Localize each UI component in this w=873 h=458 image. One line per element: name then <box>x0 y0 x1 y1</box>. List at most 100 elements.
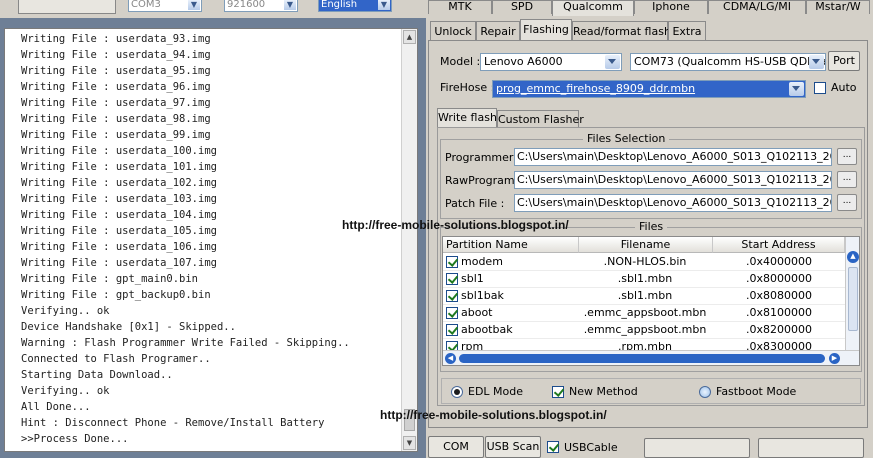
tab-repair[interactable]: Repair <box>476 21 520 41</box>
scroll-up-icon[interactable]: ▲ <box>847 251 859 263</box>
column-header-filename[interactable]: Filename <box>579 237 713 253</box>
row-checkbox[interactable] <box>446 256 458 268</box>
row-checkbox[interactable] <box>446 307 458 319</box>
port-select-value: COM3 <box>131 0 161 10</box>
column-header-start-address[interactable]: Start Address <box>713 237 845 253</box>
tab-spd[interactable]: SPD <box>492 0 552 14</box>
port-button[interactable]: Port <box>828 51 860 71</box>
scroll-right-icon[interactable]: ▶ <box>829 353 840 364</box>
log-scrollbar[interactable]: ▲ ▼ <box>401 29 417 451</box>
chevron-down-icon <box>809 55 824 69</box>
table-row[interactable]: abootbak .emmc_appsboot.mbn .0x8200000 <box>443 322 845 339</box>
row-checkbox[interactable] <box>446 290 458 302</box>
log-line: Writing File : userdata_102.img <box>21 177 217 189</box>
log-line: Hint : Disconnect Phone - Remove/Install… <box>21 417 325 429</box>
auto-label: Auto <box>831 81 857 94</box>
tab-read-format-flash[interactable]: Read/format flash <box>572 21 671 41</box>
patch-file-label: Patch File : <box>445 197 505 210</box>
column-header-partition[interactable]: Partition Name <box>443 237 579 253</box>
table-row[interactable]: sbl1 .sbl1.mbn .0x8000000 <box>443 271 845 288</box>
log-line: Writing File : gpt_main0.bin <box>21 273 199 285</box>
scroll-up-icon[interactable]: ▲ <box>403 30 416 44</box>
log-line: Writing File : userdata_107.img <box>21 257 217 269</box>
rawprogram-path[interactable]: C:\Users\main\Desktop\Lenovo_A6000_S013_… <box>514 171 832 189</box>
rawprogram-browse-button[interactable]: ... <box>837 171 857 188</box>
com-scan-button[interactable]: COM Scan <box>428 436 484 458</box>
edl-mode-radio[interactable] <box>451 386 463 398</box>
tab-iphone[interactable]: Iphone <box>634 0 708 14</box>
model-select[interactable]: Lenovo A6000 <box>480 53 622 71</box>
top-left-button[interactable] <box>18 0 116 14</box>
programmer-path[interactable]: C:\Users\main\Desktop\Lenovo_A6000_S013_… <box>514 148 832 166</box>
firehose-select[interactable]: prog_emmc_firehose_8909_ddr.mbn <box>492 80 806 98</box>
firehose-value: prog_emmc_firehose_8909_ddr.mbn <box>496 82 696 95</box>
partition-filename: .sbl1.mbn <box>617 272 673 285</box>
table-row[interactable]: aboot .emmc_appsboot.mbn .0x8100000 <box>443 305 845 322</box>
files-selection-title: Files Selection <box>583 132 670 145</box>
tab-custom-flasher[interactable]: Custom Flasher <box>497 110 584 128</box>
tab-qualcomm[interactable]: Qualcomm <box>552 0 634 16</box>
com-port-value: COM73 (Qualcomm HS-USB QDLoa <box>634 55 826 68</box>
baud-select-value: 921600 <box>227 0 266 10</box>
log-line: Writing File : userdata_95.img <box>21 65 211 77</box>
partition-start-address: .0x8000000 <box>746 272 812 285</box>
partition-start-address: .0x8100000 <box>746 306 812 319</box>
partition-filename: .NON-HLOS.bin <box>603 255 687 268</box>
programmer-browse-button[interactable]: ... <box>837 148 857 165</box>
log-line: >>Process Done... <box>21 433 129 445</box>
log-line: Writing File : userdata_106.img <box>21 241 217 253</box>
table-vscrollbar[interactable]: ▲ <box>845 237 859 350</box>
port-select[interactable]: COM3 ▼ <box>128 0 202 12</box>
model-label: Model : <box>440 55 481 68</box>
com-port-select[interactable]: COM73 (Qualcomm HS-USB QDLoa <box>630 53 826 71</box>
log-line: Device Handshake [0x1] - Skipped.. <box>21 321 236 333</box>
log-line: Starting Data Download.. <box>21 369 173 381</box>
tab-flashing[interactable]: Flashing <box>520 19 572 41</box>
table-row[interactable]: sbl1bak .sbl1.mbn .0x8080000 <box>443 288 845 305</box>
rawprogram-label: RawProgram : <box>445 174 522 187</box>
partition-name: sbl1bak <box>461 289 504 302</box>
firehose-label: FireHose : <box>440 81 495 94</box>
scroll-left-icon[interactable]: ◀ <box>445 353 456 364</box>
baud-select[interactable]: 921600 ▼ <box>224 0 298 12</box>
usb-cable-checkbox[interactable] <box>547 441 559 453</box>
scroll-thumb[interactable] <box>848 267 858 331</box>
log-line: Writing File : gpt_backup0.bin <box>21 289 211 301</box>
row-checkbox[interactable] <box>446 324 458 336</box>
table-row[interactable]: modem .NON-HLOS.bin .0x4000000 <box>443 254 845 271</box>
tab-cdma-lg-mi[interactable]: CDMA/LG/MI <box>708 0 806 14</box>
patch-file-browse-button[interactable]: ... <box>837 194 857 211</box>
log-line: Verifying.. ok <box>21 305 110 317</box>
log-line: Writing File : userdata_101.img <box>21 161 217 173</box>
log-line: Writing File : userdata_105.img <box>21 225 217 237</box>
files-title: Files <box>635 220 668 233</box>
table-hscrollbar[interactable]: ◀ ▶ <box>443 350 859 365</box>
auto-checkbox[interactable] <box>814 82 826 94</box>
usb-scan-button[interactable]: USB Scan <box>485 436 541 458</box>
language-select[interactable]: English ▼ <box>318 0 392 12</box>
chevron-down-icon: ▼ <box>284 0 296 10</box>
action-button-1[interactable] <box>644 438 750 458</box>
tab-write-flash[interactable]: Write flash <box>437 108 497 128</box>
patch-file-path[interactable]: C:\Users\main\Desktop\Lenovo_A6000_S013_… <box>514 194 832 212</box>
tab-mtk[interactable]: MTK <box>428 0 492 14</box>
log-line: Writing File : userdata_98.img <box>21 113 211 125</box>
log-line: Writing File : userdata_94.img <box>21 49 211 61</box>
new-method-checkbox[interactable] <box>552 386 564 398</box>
tab-extra[interactable]: Extra <box>668 21 706 41</box>
log-line: All Done... <box>21 401 91 413</box>
log-line: Connected to Flash Programer.. <box>21 353 211 365</box>
row-checkbox[interactable] <box>446 273 458 285</box>
scroll-thumb[interactable] <box>459 354 825 363</box>
scroll-down-icon[interactable]: ▼ <box>403 436 416 450</box>
log-line: Writing File : userdata_104.img <box>21 209 217 221</box>
partition-name: modem <box>461 255 503 268</box>
tab-unlock[interactable]: Unlock <box>430 21 476 41</box>
watermark-url: http://free-mobile-solutions.blogspot.in… <box>342 218 569 232</box>
fastboot-mode-radio[interactable] <box>699 386 711 398</box>
usb-cable-label: USBCable <box>564 441 618 454</box>
log-line: Writing File : userdata_100.img <box>21 145 217 157</box>
action-button-2[interactable] <box>758 438 864 458</box>
log-panel: Writing File : userdata_93.img Writing Fi… <box>4 28 418 452</box>
tab-mstar[interactable]: Mstar/W <box>806 0 870 14</box>
